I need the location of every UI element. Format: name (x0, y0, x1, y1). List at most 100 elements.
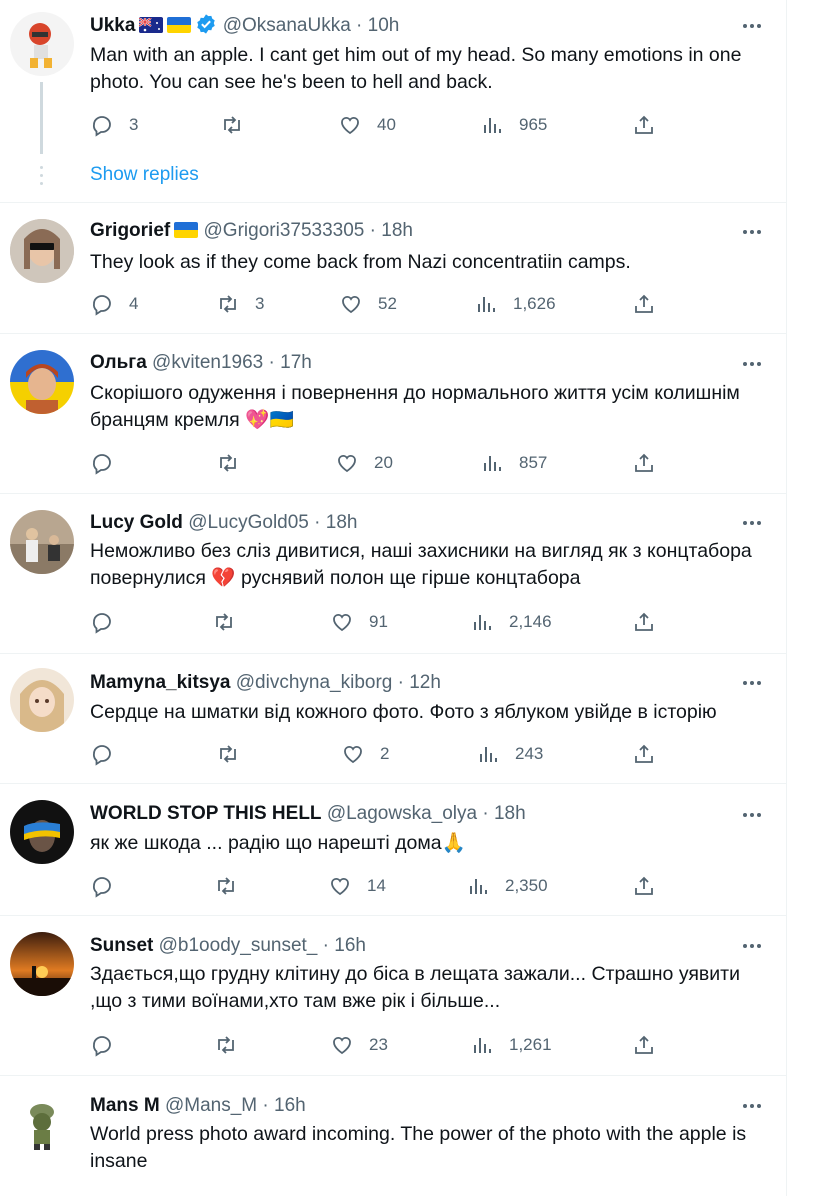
avatar[interactable] (10, 350, 74, 414)
author-name[interactable]: Mamyna_kitsya (90, 672, 230, 693)
tweet[interactable]: WORLD STOP THIS HELL @Lagowska_olya · 18… (0, 784, 786, 916)
author-handle[interactable]: @divchyna_kiborg (236, 672, 393, 693)
reply-button[interactable] (90, 874, 129, 898)
tweet-header: Mamyna_kitsya @divchyna_kiborg · 12h (90, 672, 441, 693)
flag-au-icon (139, 17, 164, 33)
author-handle[interactable]: @Lagowska_olya (327, 803, 477, 824)
like-button[interactable]: 40 (338, 113, 396, 137)
share-button[interactable] (632, 742, 656, 766)
share-icon (635, 115, 653, 134)
reply-button[interactable]: 4 (90, 292, 138, 316)
views-button[interactable]: 857 (480, 451, 547, 475)
tweet[interactable]: Mans M @Mans_M · 16h World press photo a… (0, 1076, 786, 1196)
like-button[interactable]: 2 (341, 742, 389, 766)
like-button[interactable]: 91 (330, 610, 388, 634)
tweet-header: Mans M @Mans_M · 16h (90, 1095, 306, 1116)
tweet-time[interactable]: 18h (381, 220, 413, 241)
views-icon (484, 118, 501, 133)
like-button[interactable]: 20 (335, 451, 393, 475)
author-handle[interactable]: @Grigori37533305 (204, 220, 365, 241)
avatar[interactable] (10, 219, 74, 283)
tweet[interactable]: Grigorief @Grigori37533305 · 18h They lo… (0, 203, 786, 334)
view-count: 965 (519, 115, 548, 134)
like-button[interactable]: 52 (339, 292, 397, 316)
more-options-icon[interactable] (740, 1094, 764, 1118)
author-handle[interactable]: @OksanaUkka (223, 15, 351, 36)
author-name[interactable]: Lucy Gold (90, 512, 183, 533)
views-icon (484, 456, 501, 471)
tweet-header: Ольга @kviten1963 · 17h (90, 352, 312, 373)
reply-button[interactable] (90, 742, 129, 766)
author-handle[interactable]: @LucyGold05 (188, 512, 309, 533)
avatar[interactable] (10, 800, 74, 864)
author-handle[interactable]: @Mans_M (165, 1095, 257, 1116)
reply-button[interactable] (90, 610, 129, 634)
tweet-time[interactable]: 10h (368, 15, 400, 36)
more-options-icon[interactable] (740, 220, 764, 244)
share-button[interactable] (632, 1033, 656, 1057)
views-button[interactable]: 243 (476, 742, 543, 766)
more-options-icon[interactable] (740, 671, 764, 695)
share-button[interactable] (632, 451, 656, 475)
retweet-button[interactable] (216, 451, 255, 475)
retweet-icon (224, 116, 240, 134)
views-button[interactable]: 2,350 (466, 874, 548, 898)
share-button[interactable] (632, 874, 656, 898)
author-name[interactable]: Ukka (90, 15, 135, 36)
tweet-time[interactable]: 12h (409, 672, 441, 693)
avatar[interactable] (10, 510, 74, 574)
tweet[interactable]: Mamyna_kitsya @divchyna_kiborg · 12h Сер… (0, 654, 786, 784)
show-replies-link[interactable]: Show replies (90, 164, 199, 186)
avatar[interactable] (10, 668, 74, 732)
tweet[interactable]: Lucy Gold @LucyGold05 · 18h Неможливо бе… (0, 494, 786, 654)
avatar[interactable] (10, 1092, 74, 1156)
views-button[interactable]: 965 (480, 113, 547, 137)
retweet-button[interactable] (220, 113, 259, 137)
retweet-button[interactable] (212, 610, 251, 634)
author-handle[interactable]: @b1oody_sunset_ (159, 935, 318, 956)
share-button[interactable] (632, 292, 656, 316)
like-button[interactable]: 23 (330, 1033, 388, 1057)
reply-button[interactable]: 3 (90, 113, 138, 137)
retweet-button[interactable] (216, 742, 255, 766)
more-options-icon[interactable] (740, 14, 764, 38)
more-options-icon[interactable] (740, 352, 764, 376)
tweet[interactable]: Sunset @b1oody_sunset_ · 16h Здається,що… (0, 916, 786, 1076)
tweet-text: як же шкода ... радію що нарешті дома🙏 (90, 832, 466, 854)
author-name[interactable]: Grigorief (90, 220, 170, 241)
like-button[interactable]: 14 (328, 874, 386, 898)
reply-button[interactable] (90, 1033, 129, 1057)
tweet-time[interactable]: 18h (326, 512, 358, 533)
more-options-icon[interactable] (740, 934, 764, 958)
retweet-icon (220, 295, 236, 313)
like-count: 91 (369, 612, 388, 631)
retweet-button[interactable] (214, 874, 253, 898)
retweet-icon (218, 1036, 234, 1054)
author-name[interactable]: Sunset (90, 935, 153, 956)
avatar[interactable] (10, 932, 74, 996)
tweet-time[interactable]: 18h (494, 803, 526, 824)
views-button[interactable]: 2,146 (470, 610, 552, 634)
reply-button[interactable] (90, 451, 129, 475)
author-name[interactable]: WORLD STOP THIS HELL (90, 803, 322, 824)
reply-count: 4 (129, 294, 139, 313)
share-button[interactable] (632, 610, 656, 634)
tweet-time[interactable]: 17h (280, 352, 312, 373)
more-options-icon[interactable] (740, 511, 764, 535)
views-button[interactable]: 1,626 (474, 292, 556, 316)
author-name[interactable]: Ольга (90, 352, 147, 373)
tweet[interactable]: Ukka @OksanaUkka · 10h Man with an apple… (0, 0, 786, 203)
like-count: 52 (378, 294, 397, 313)
avatar[interactable] (10, 12, 74, 76)
thread-line (40, 82, 43, 154)
author-handle[interactable]: @kviten1963 (152, 352, 263, 373)
share-button[interactable] (632, 113, 656, 137)
tweet-time[interactable]: 16h (334, 935, 366, 956)
retweet-button[interactable] (214, 1033, 253, 1057)
more-options-icon[interactable] (740, 803, 764, 827)
retweet-button[interactable]: 3 (216, 292, 264, 316)
tweet[interactable]: Ольга @kviten1963 · 17h Скорішого одужен… (0, 334, 786, 494)
tweet-time[interactable]: 16h (274, 1095, 306, 1116)
views-button[interactable]: 1,261 (470, 1033, 552, 1057)
author-name[interactable]: Mans M (90, 1095, 160, 1116)
